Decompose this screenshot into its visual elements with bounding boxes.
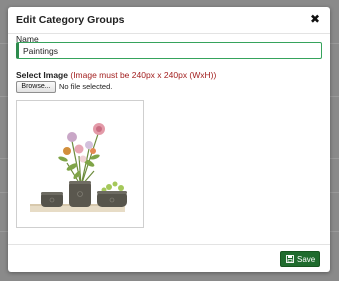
select-image-label: Select Image (Image must be 240px x 240p…: [16, 70, 216, 80]
modal-header: Edit Category Groups ✖: [8, 7, 330, 34]
image-preview: [16, 100, 144, 228]
modal-footer: Save: [8, 244, 330, 273]
save-button-label: Save: [297, 255, 316, 264]
name-input[interactable]: [16, 42, 322, 59]
browse-button[interactable]: Browse...: [16, 81, 56, 93]
save-button[interactable]: Save: [280, 251, 320, 267]
flower-pots-image: [30, 123, 127, 212]
modal-title: Edit Category Groups: [16, 14, 125, 26]
select-image-title: Select Image: [16, 70, 68, 80]
edit-category-groups-dialog: Edit Category Groups ✖ Name Select Image…: [8, 7, 330, 272]
file-status: No file selected.: [59, 82, 113, 91]
close-icon[interactable]: ✖: [309, 12, 321, 26]
image-size-hint: (Image must be 240px x 240px (WxH)): [70, 70, 217, 80]
floppy-disk-icon: [286, 255, 294, 263]
